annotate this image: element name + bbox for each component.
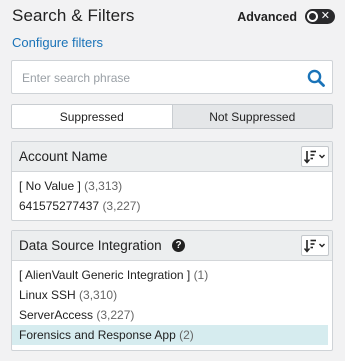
suppression-toggle: Suppressed Not Suppressed bbox=[11, 104, 333, 129]
help-icon[interactable]: ? bbox=[172, 239, 185, 252]
toggle-knob bbox=[307, 11, 318, 22]
panel-header: Data Source Integration ? bbox=[12, 231, 332, 261]
list-item[interactable]: [ No Value ] (3,313) bbox=[12, 176, 332, 196]
close-icon: ✕ bbox=[320, 10, 330, 22]
search-box bbox=[11, 60, 333, 94]
panel-header: Account Name bbox=[12, 142, 332, 172]
suppressed-button[interactable]: Suppressed bbox=[12, 105, 173, 128]
search-icon[interactable] bbox=[306, 68, 326, 88]
advanced-label: Advanced bbox=[237, 9, 297, 24]
list-item-selected[interactable]: Forensics and Response App (2) bbox=[12, 325, 328, 345]
sort-icon bbox=[303, 239, 325, 253]
search-input[interactable] bbox=[22, 69, 292, 87]
item-label: ServerAccess bbox=[19, 308, 94, 322]
list-item[interactable]: ServerAccess (3,227) bbox=[12, 305, 332, 325]
item-label: 641575277437 bbox=[19, 199, 100, 213]
list-item[interactable]: 641575277437 (3,227) bbox=[12, 196, 332, 216]
sort-icon bbox=[303, 150, 325, 164]
panel-title: Account Name bbox=[19, 149, 108, 164]
sort-button[interactable] bbox=[301, 146, 329, 167]
data-source-integration-panel: Data Source Integration ? [ AlienVault G… bbox=[11, 230, 333, 351]
advanced-toggle-group: Advanced ✕ bbox=[237, 9, 335, 24]
account-name-panel: Account Name [ No Value ] (3,313) 641575… bbox=[11, 141, 333, 221]
page-title: Search & Filters bbox=[12, 6, 135, 25]
item-count: (3,313) bbox=[84, 179, 123, 193]
advanced-toggle[interactable]: ✕ bbox=[305, 9, 335, 24]
panel-title: Data Source Integration bbox=[19, 238, 162, 253]
item-label: Linux SSH bbox=[19, 288, 76, 302]
list-item[interactable]: Linux SSH (3,310) bbox=[12, 285, 332, 305]
not-suppressed-button[interactable]: Not Suppressed bbox=[172, 105, 332, 128]
filters-header: Search & Filters Advanced ✕ bbox=[12, 6, 335, 28]
item-count: (2) bbox=[179, 328, 194, 342]
item-label: [ AlienVault Generic Integration ] bbox=[19, 268, 191, 282]
item-count: (3,227) bbox=[102, 199, 141, 213]
item-count: (1) bbox=[193, 268, 209, 282]
sort-button[interactable] bbox=[301, 235, 329, 256]
item-label: [ No Value ] bbox=[19, 179, 81, 193]
item-label: Forensics and Response App bbox=[19, 328, 176, 342]
configure-filters-link[interactable]: Configure filters bbox=[12, 35, 103, 50]
item-count: (3,310) bbox=[79, 288, 118, 302]
list-item[interactable]: [ AlienVault Generic Integration ] (1) bbox=[12, 265, 332, 285]
item-count: (3,227) bbox=[96, 308, 135, 322]
